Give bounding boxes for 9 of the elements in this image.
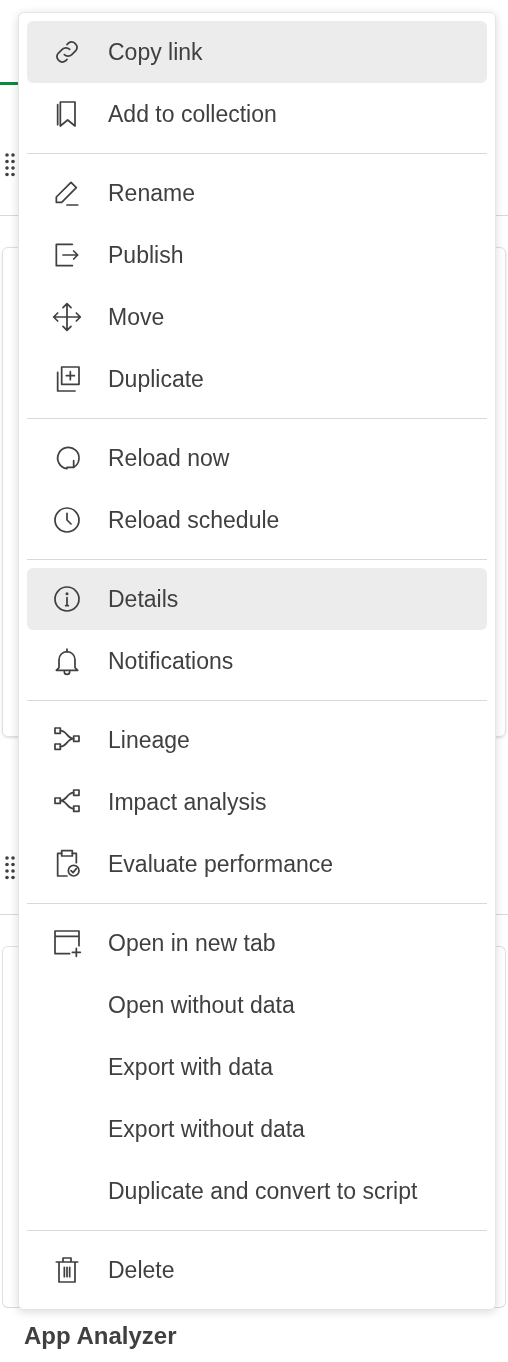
drag-handle-icon[interactable] [5, 854, 15, 881]
menu-item[interactable]: Details [27, 568, 487, 630]
drag-handle-icon[interactable] [5, 152, 15, 178]
menu-item[interactable]: Copy link [27, 21, 487, 83]
new-tab-icon [51, 927, 83, 959]
move-icon [51, 301, 83, 333]
app-title: App Analyzer [24, 1322, 177, 1349]
clock-icon [51, 504, 83, 536]
info-icon [51, 583, 83, 615]
